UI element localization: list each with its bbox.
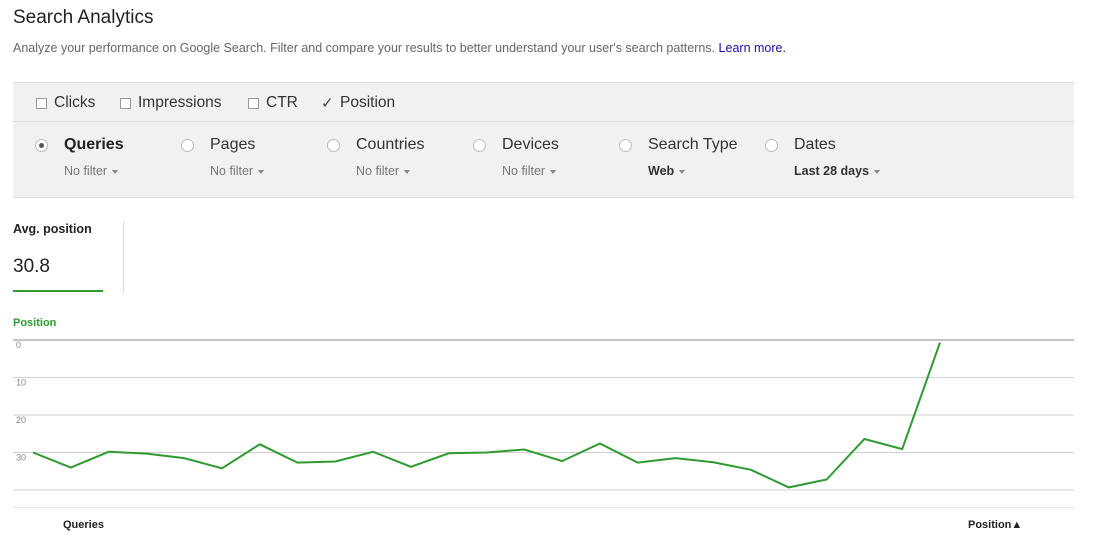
data-point[interactable] [65, 462, 77, 474]
dimension-pages-label[interactable]: Pages [210, 136, 255, 154]
column-header-position[interactable]: Position▲ [968, 519, 1022, 531]
dimensions-bar: Queries No filter Pages No filter Countr… [13, 122, 1074, 198]
dimension-queries-label[interactable]: Queries [64, 136, 124, 154]
dimension-countries-label[interactable]: Countries [356, 136, 424, 154]
search-type-filter-label: Web [648, 164, 675, 178]
y-tick-label: 20 [16, 415, 26, 425]
avg-position-value: 30.8 [13, 256, 50, 277]
y-tick-label: 30 [16, 453, 26, 463]
data-point[interactable] [329, 456, 341, 468]
metric-impressions[interactable]: Impressions [120, 94, 222, 112]
chevron-down-icon [550, 169, 557, 174]
search-type-radio[interactable] [619, 139, 632, 152]
data-point[interactable] [103, 446, 115, 458]
data-point[interactable] [934, 337, 946, 349]
chevron-down-icon [404, 169, 411, 174]
learn-more-link[interactable]: Learn more. [719, 41, 786, 55]
chevron-down-icon [874, 169, 881, 174]
metric-clicks[interactable]: Clicks [36, 94, 95, 112]
data-point[interactable] [292, 457, 304, 469]
metric-impressions-label: Impressions [138, 94, 222, 111]
metric-ctr[interactable]: CTR [248, 94, 298, 112]
data-point[interactable] [27, 447, 39, 459]
dimension-dates-label[interactable]: Dates [794, 136, 836, 154]
metric-ctr-label: CTR [266, 94, 298, 111]
data-point[interactable] [896, 443, 908, 455]
table-header: Queries Position▲ [13, 507, 1074, 542]
pages-radio[interactable] [181, 139, 194, 152]
data-point[interactable] [518, 444, 530, 456]
ctr-checkbox[interactable] [248, 97, 259, 109]
data-point[interactable] [858, 433, 870, 445]
pages-filter-dropdown[interactable]: No filter [210, 164, 265, 178]
data-point[interactable] [405, 461, 417, 473]
data-point[interactable] [594, 438, 606, 450]
pages-filter-label: No filter [210, 164, 254, 178]
metrics-bar: Clicks Impressions CTR ✓ Position [13, 82, 1074, 122]
checkmark-icon[interactable]: ✓ [321, 94, 335, 112]
data-point[interactable] [783, 481, 795, 493]
metric-position-label: Position [340, 94, 396, 111]
impressions-checkbox[interactable] [120, 97, 131, 109]
description-text: Analyze your performance on Google Searc… [13, 41, 716, 55]
data-point[interactable] [632, 457, 644, 469]
chevron-down-icon [679, 169, 686, 174]
data-point[interactable] [140, 448, 152, 460]
metric-position[interactable]: ✓ Position [321, 94, 395, 112]
column-header-queries[interactable]: Queries [63, 519, 104, 531]
data-point[interactable] [745, 464, 757, 476]
dimension-search-type-label[interactable]: Search Type [648, 136, 738, 154]
data-point[interactable] [254, 438, 266, 450]
y-tick-label: 0 [16, 340, 21, 350]
devices-filter-dropdown[interactable]: No filter [502, 164, 557, 178]
clicks-checkbox[interactable] [36, 97, 47, 109]
search-type-filter-dropdown[interactable]: Web [648, 164, 686, 178]
queries-filter-label: No filter [64, 164, 108, 178]
card-divider [123, 221, 124, 293]
data-point[interactable] [707, 456, 719, 468]
data-point[interactable] [481, 447, 493, 459]
countries-filter-label: No filter [356, 164, 400, 178]
avg-position-card[interactable]: Avg. position 30.8 [13, 220, 103, 292]
data-point[interactable] [178, 452, 190, 464]
queries-radio[interactable] [35, 139, 48, 152]
data-point[interactable] [821, 474, 833, 486]
chevron-down-icon [112, 169, 119, 174]
dates-radio[interactable] [765, 139, 778, 152]
queries-filter-dropdown[interactable]: No filter [64, 164, 119, 178]
devices-filter-label: No filter [502, 164, 546, 178]
avg-position-label: Avg. position [13, 222, 92, 236]
page-description: Analyze your performance on Google Searc… [13, 41, 786, 55]
chart-legend: Position [13, 317, 57, 329]
data-point[interactable] [367, 446, 379, 458]
devices-radio[interactable] [473, 139, 486, 152]
data-point[interactable] [443, 447, 455, 459]
dates-filter-label: Last 28 days [794, 164, 870, 178]
dimension-devices-label[interactable]: Devices [502, 136, 559, 154]
page-title: Search Analytics [13, 7, 154, 28]
position-chart[interactable]: 0 10 20 30 [0, 330, 1093, 500]
countries-filter-dropdown[interactable]: No filter [356, 164, 411, 178]
data-point[interactable] [669, 452, 681, 464]
metric-clicks-label: Clicks [54, 94, 96, 111]
countries-radio[interactable] [327, 139, 340, 152]
data-point[interactable] [556, 455, 568, 467]
data-point[interactable] [216, 462, 228, 474]
chevron-down-icon [258, 169, 265, 174]
dates-filter-dropdown[interactable]: Last 28 days [794, 164, 881, 178]
y-tick-label: 10 [16, 378, 26, 388]
